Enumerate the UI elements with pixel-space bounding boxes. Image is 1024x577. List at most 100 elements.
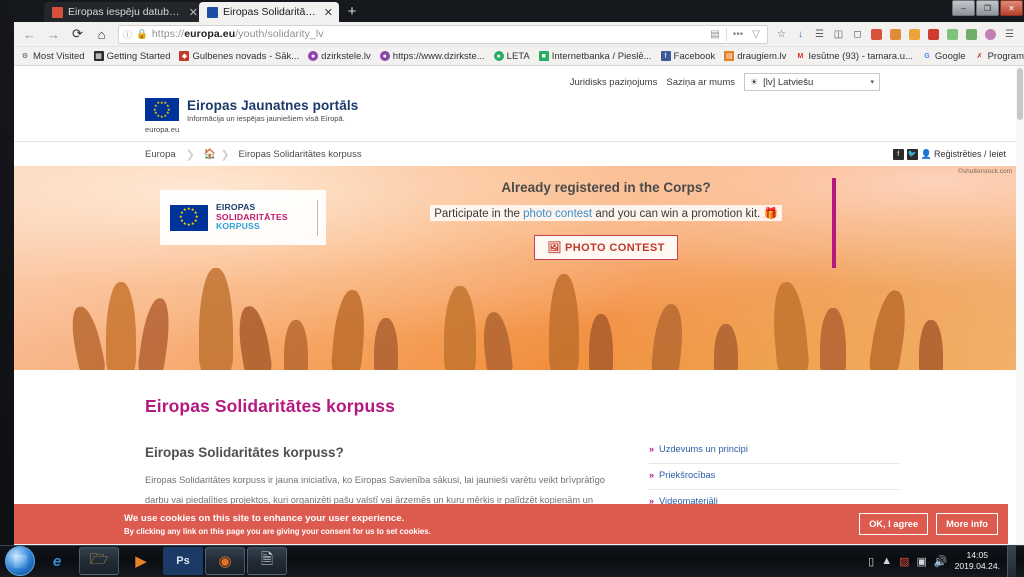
- tab-close-icon[interactable]: ✕: [189, 6, 198, 19]
- bookmark-item[interactable]: ●https://www.dzirkste...: [380, 51, 485, 62]
- photo-contest-button[interactable]: 🖼 PHOTO CONTEST: [534, 235, 678, 260]
- facebook-icon[interactable]: f: [893, 149, 904, 160]
- url-text: https://europa.eu/youth/solidarity_lv: [152, 28, 324, 40]
- sync-icon[interactable]: ◻: [849, 26, 866, 43]
- cookie-agree-button[interactable]: OK, I agree: [859, 513, 928, 535]
- taskbar-internet-explorer[interactable]: e: [37, 547, 77, 575]
- windows-taskbar: e 🗁 ▶ Ps ◉ 🗎 ▯ ▲ ▨ ▣ 🔊 14:05 2019.04.24.: [0, 545, 1024, 576]
- browser-tab-1[interactable]: Eiropas iespēju datubāze jauni ✕: [44, 2, 204, 22]
- photo-contest-button-label: PHOTO CONTEST: [565, 242, 665, 254]
- taskbar-notepad[interactable]: 🗎: [247, 547, 287, 575]
- register-login-link[interactable]: 👤 Reģistrēties / Ieiet: [921, 149, 1006, 160]
- addon3-icon[interactable]: [906, 26, 923, 43]
- hero-title: Already registered in the Corps?: [386, 180, 826, 195]
- bookmark-favicon-icon: ■: [539, 51, 549, 61]
- sidebar-item-benefits[interactable]: » Priekšrocības: [649, 464, 899, 489]
- tray-security-icon[interactable]: ▨: [899, 555, 909, 568]
- page-viewport: Juridisks paziņojums Saziņa ar mums ☀ [l…: [14, 66, 1024, 544]
- tray-volume-icon[interactable]: 🔊: [934, 555, 948, 568]
- addon4-icon[interactable]: [925, 26, 942, 43]
- bookmark-label: https://www.dzirkste...: [393, 51, 485, 62]
- bookmark-item[interactable]: fFacebook: [661, 51, 716, 62]
- reload-icon[interactable]: ⟳: [66, 24, 89, 45]
- tray-device-icon[interactable]: ▯: [868, 555, 874, 568]
- tray-network-icon[interactable]: ▣: [916, 555, 926, 568]
- bookmark-item[interactable]: GGoogle: [922, 51, 966, 62]
- addon7-icon[interactable]: [982, 26, 999, 43]
- start-button[interactable]: [5, 546, 35, 576]
- bookmark-item[interactable]: ⚙Most Visited: [20, 51, 85, 62]
- addon5-icon[interactable]: [944, 26, 961, 43]
- star-icon[interactable]: ☆: [773, 26, 790, 43]
- bookmark-item[interactable]: ■Internetbanka / Pieslē...: [539, 51, 652, 62]
- forward-icon[interactable]: →: [42, 24, 65, 45]
- cookie-buttons: OK, I agree More info: [859, 513, 998, 535]
- toolbar-icons: ☆ ↓ ☰ ◫ ◻ ☰: [773, 26, 1020, 43]
- taskbar-photoshop[interactable]: Ps: [163, 547, 203, 575]
- browser-tab-2[interactable]: Eiropas Solidaritātes korpuss | E ✕: [199, 2, 339, 22]
- bookmark-label: Most Visited: [33, 51, 85, 62]
- tray-expand-icon[interactable]: ▲: [881, 555, 892, 567]
- bookmark-item[interactable]: ▤draugiem.lv: [724, 51, 786, 62]
- url-bar[interactable]: ⓘ 🔒 https://europa.eu/youth/solidarity_l…: [118, 25, 768, 44]
- tab-title: Eiropas iespēju datubāze jauni: [68, 6, 182, 18]
- taskbar-clock[interactable]: 14:05 2019.04.24.: [955, 550, 1000, 572]
- site-header: Juridisks paziņojums Saziņa ar mums ☀ [l…: [14, 66, 1016, 142]
- language-selector[interactable]: ☀ [lv] Latviešu ▾: [744, 73, 880, 91]
- close-button[interactable]: ✕: [1000, 0, 1023, 16]
- home-icon[interactable]: ⌂: [90, 24, 113, 45]
- back-icon[interactable]: ←: [18, 24, 41, 45]
- library-icon[interactable]: ☰: [811, 26, 828, 43]
- bookmark-item[interactable]: MIesūtne (93) - tamara.u...: [795, 51, 913, 62]
- legal-notice-link[interactable]: Juridisks paziņojums: [570, 77, 658, 88]
- addon1-icon[interactable]: [868, 26, 885, 43]
- page-actions-icon[interactable]: •••: [731, 29, 745, 40]
- header-account-area: f 🐦 👤 Reģistrēties / Ieiet: [893, 149, 1006, 160]
- reader-view-icon[interactable]: ▤: [708, 29, 722, 40]
- sidebar-icon[interactable]: ◫: [830, 26, 847, 43]
- taskbar-file-explorer[interactable]: 🗁: [79, 547, 119, 575]
- sidebar-item-mission[interactable]: » Uzdevums un principi: [649, 438, 899, 463]
- brand-subtitle: Informācija un iespējas jauniešiem visā …: [187, 114, 358, 123]
- maximize-button[interactable]: ❐: [976, 0, 999, 16]
- breadcrumb-separator-icon: ❯: [186, 148, 204, 161]
- bookmark-item[interactable]: ✗Programma PALDIES –...: [975, 51, 1024, 62]
- minimize-button[interactable]: –: [952, 0, 975, 16]
- download-icon[interactable]: ↓: [792, 26, 809, 43]
- twitter-icon[interactable]: 🐦: [907, 149, 918, 160]
- new-tab-button[interactable]: +: [341, 2, 363, 22]
- bookmark-label: Facebook: [674, 51, 716, 62]
- site-brand[interactable]: ★★★★★★★★★★★★ Eiropas Jaunatnes portāls I…: [14, 92, 1016, 129]
- bookmarks-bar: ⚙Most Visited ▦Getting Started ◆Gulbenes…: [14, 47, 1024, 66]
- taskbar-firefox[interactable]: ◉: [205, 547, 245, 575]
- globe-icon: ☀: [750, 77, 758, 88]
- page-info-icon[interactable]: ⓘ: [123, 28, 132, 41]
- bookmark-item[interactable]: ◆Gulbenes novads - Sāk...: [179, 51, 299, 62]
- page-title: Eiropas Solidaritātes korpuss: [145, 396, 645, 417]
- tab-close-icon[interactable]: ✕: [324, 6, 333, 19]
- bookmark-favicon-icon: ●: [494, 51, 504, 61]
- bookmark-favicon-icon: ▤: [724, 51, 734, 61]
- scrollbar-thumb[interactable]: [1017, 68, 1023, 120]
- pocket-icon[interactable]: ▽: [749, 29, 763, 40]
- chevron-right-icon: »: [649, 470, 654, 480]
- photo-contest-link[interactable]: photo contest: [523, 208, 592, 220]
- bookmark-item[interactable]: ▦Getting Started: [94, 51, 171, 62]
- tab-favicon-icon: [207, 7, 218, 18]
- addon6-icon[interactable]: [963, 26, 980, 43]
- bookmark-item[interactable]: ●dzirkstele.lv: [308, 51, 371, 62]
- show-desktop-button[interactable]: [1007, 546, 1016, 577]
- brand-title: Eiropas Jaunatnes portāls: [187, 98, 358, 113]
- contact-link[interactable]: Saziņa ar mums: [666, 77, 735, 88]
- addon2-icon[interactable]: [887, 26, 904, 43]
- taskbar-media-player[interactable]: ▶: [121, 547, 161, 575]
- sidebar-item-label: Uzdevums un principi: [659, 444, 748, 454]
- bookmark-label: draugiem.lv: [737, 51, 786, 62]
- menu-icon[interactable]: ☰: [1001, 26, 1018, 43]
- bookmark-favicon-icon: ✗: [975, 51, 985, 61]
- bookmark-item[interactable]: ●LETA: [494, 51, 530, 62]
- home-icon[interactable]: 🏠: [204, 149, 220, 160]
- page-scrollbar[interactable]: [1016, 66, 1024, 544]
- breadcrumb-root[interactable]: Europa: [145, 149, 186, 160]
- cookie-more-info-button[interactable]: More info: [936, 513, 998, 535]
